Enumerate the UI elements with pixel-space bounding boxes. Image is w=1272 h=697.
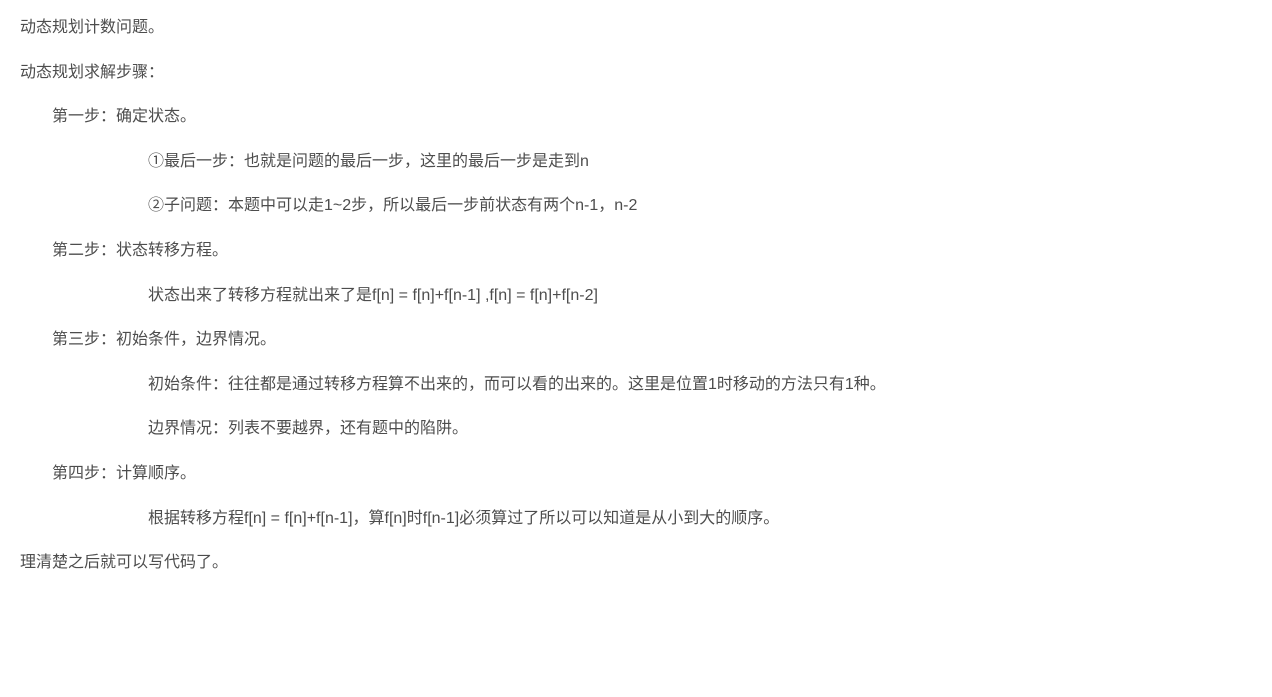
- step-1-line-1: ①最后一步：也就是问题的最后一步，这里的最后一步是走到n: [20, 149, 1252, 175]
- paragraph-last: 理清楚之后就可以写代码了。: [20, 550, 1252, 576]
- document-content: 动态规划计数问题。 动态规划求解步骤： 第一步：确定状态。 ①最后一步：也就是问…: [20, 15, 1252, 576]
- step-title-2: 第二步：状态转移方程。: [20, 238, 1252, 264]
- step-title-4: 第四步：计算顺序。: [20, 461, 1252, 487]
- step-1-line-2: ②子问题：本题中可以走1~2步，所以最后一步前状态有两个n-1，n-2: [20, 193, 1252, 219]
- step-2-line-1: 状态出来了转移方程就出来了是f[n] = f[n]+f[n-1] ,f[n] =…: [20, 283, 1252, 309]
- step-3-line-1: 初始条件：往往都是通过转移方程算不出来的，而可以看的出来的。这里是位置1时移动的…: [20, 372, 1252, 398]
- step-4-line-1: 根据转移方程f[n] = f[n]+f[n-1]，算f[n]时f[n-1]必须算…: [20, 506, 1252, 532]
- step-3-line-2: 边界情况：列表不要越界，还有题中的陷阱。: [20, 416, 1252, 442]
- paragraph: 动态规划计数问题。: [20, 15, 1252, 41]
- step-title-3: 第三步：初始条件，边界情况。: [20, 327, 1252, 353]
- step-title-1: 第一步：确定状态。: [20, 104, 1252, 130]
- paragraph: 动态规划求解步骤：: [20, 60, 1252, 86]
